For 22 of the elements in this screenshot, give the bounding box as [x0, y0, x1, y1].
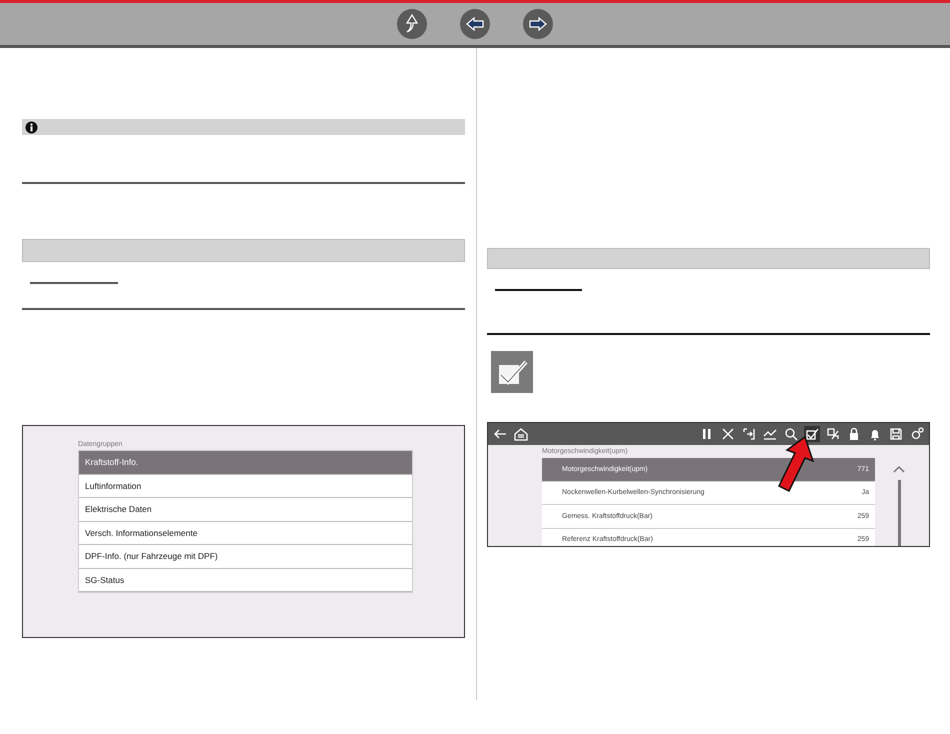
info-icon: [25, 120, 38, 134]
up-button[interactable]: [397, 9, 427, 39]
toolbar-icon[interactable]: [513, 426, 529, 442]
list-item[interactable]: Versch. Informationselemente: [79, 522, 412, 545]
toolbar-icon[interactable]: [741, 426, 757, 442]
toolbar-icon[interactable]: [783, 426, 799, 442]
list-item[interactable]: Kraftstoff-Info.: [79, 451, 412, 474]
checkmark-icon: [491, 351, 533, 393]
scroll-up-icon[interactable]: [892, 464, 906, 474]
list-item[interactable]: SG-Status: [79, 568, 412, 592]
list-item[interactable]: DPF-Info. (nur Fahrzeuge mit DPF): [79, 545, 412, 568]
forward-button[interactable]: [523, 9, 553, 39]
toolbar-icon[interactable]: [909, 426, 925, 442]
toolbar-icon[interactable]: [888, 426, 904, 442]
list-item[interactable]: Elektrische Daten: [79, 498, 412, 522]
list-item[interactable]: Luftinformation: [79, 474, 412, 498]
toolbar-icon[interactable]: [720, 426, 736, 442]
scrollbar[interactable]: [898, 480, 900, 546]
toolbar-icon[interactable]: [825, 426, 841, 442]
back-button[interactable]: [460, 9, 490, 39]
toolbar-icon[interactable]: [804, 426, 820, 442]
pointer-arrow: [775, 435, 815, 493]
